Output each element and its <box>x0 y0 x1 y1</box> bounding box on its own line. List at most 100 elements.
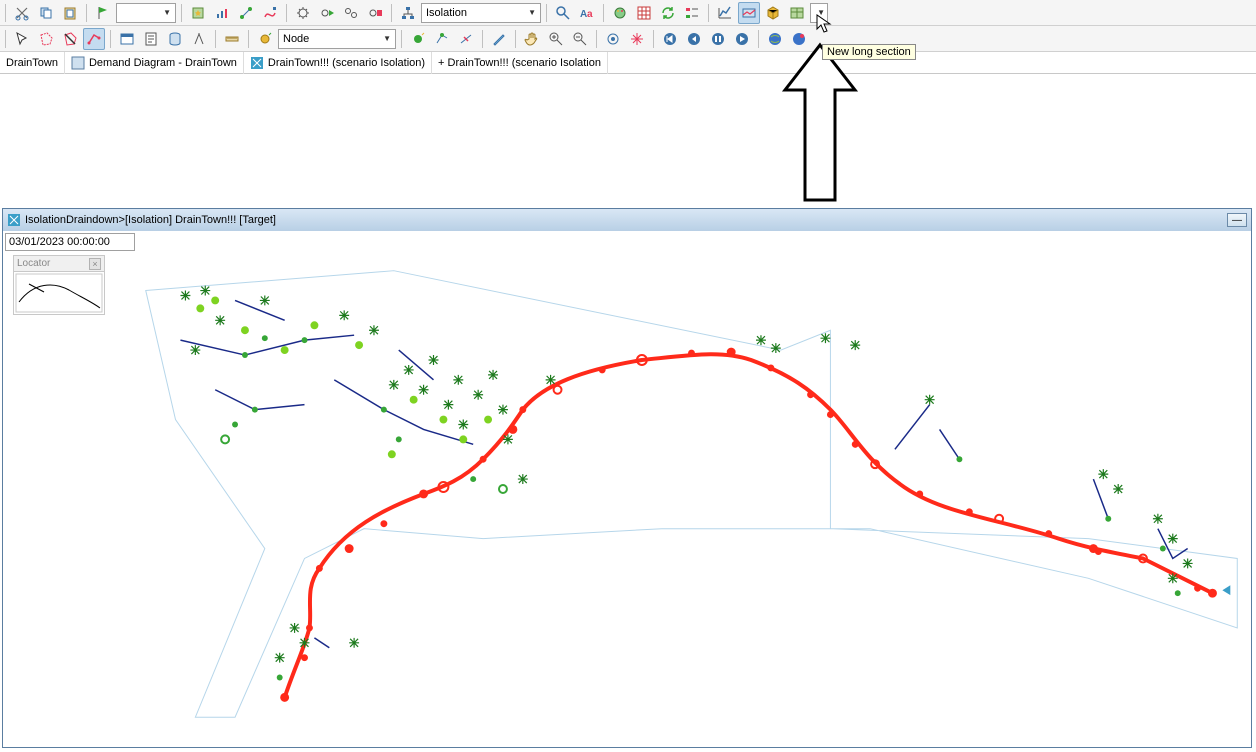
trace-icon <box>262 5 278 21</box>
tab-label: Demand Diagram - DrainTown <box>89 57 237 69</box>
gear-star-icon <box>190 5 206 21</box>
separator <box>5 30 6 48</box>
validate-button[interactable] <box>187 2 209 24</box>
scenario-button[interactable] <box>397 2 419 24</box>
graph-button[interactable] <box>714 2 736 24</box>
polygon-select-button[interactable] <box>35 28 57 50</box>
split-link-button[interactable] <box>455 28 477 50</box>
node-star-icon <box>257 31 273 47</box>
zoom-in-icon <box>548 31 564 47</box>
window-grid-icon <box>119 31 135 47</box>
zoom-in-button[interactable] <box>545 28 567 50</box>
target-icon <box>605 31 621 47</box>
sim-stop-button[interactable] <box>364 2 386 24</box>
sql-button[interactable] <box>164 28 186 50</box>
object-type-combo[interactable]: Node▼ <box>278 29 396 49</box>
label-button[interactable]: Aa <box>576 2 598 24</box>
trace-select-button[interactable] <box>83 28 105 50</box>
highlight-icon <box>410 31 426 47</box>
grid-results-dropdown[interactable]: ▼ <box>810 3 828 23</box>
tab-label: + DrainTown!!! (scenario Isolation <box>438 57 601 69</box>
tab-scenario-plus[interactable]: + DrainTown!!! (scenario Isolation <box>432 52 608 74</box>
tab-scenario-geoplan[interactable]: DrainTown!!! (scenario Isolation) <box>244 52 432 74</box>
scenario-combo-value: Isolation <box>426 7 467 19</box>
geoplan-window: IsolationDraindown>[Isolation] DrainTown… <box>2 208 1252 748</box>
spark-button[interactable] <box>626 28 648 50</box>
minimize-button[interactable]: — <box>1227 213 1247 227</box>
document-tabs: DrainTown Demand Diagram - DrainTown Dra… <box>0 52 1256 74</box>
select-button[interactable] <box>11 28 33 50</box>
network-svg <box>3 231 1251 747</box>
separator <box>215 30 216 48</box>
brush-icon <box>491 31 507 47</box>
network-button[interactable] <box>235 2 257 24</box>
map-canvas[interactable] <box>3 231 1251 747</box>
move-node-button[interactable] <box>431 28 453 50</box>
legend-icon <box>684 5 700 21</box>
separator <box>546 4 547 22</box>
separator <box>5 4 6 22</box>
globe2-button[interactable] <box>788 28 810 50</box>
sim-batch-button[interactable] <box>340 2 362 24</box>
paste-button[interactable] <box>59 2 81 24</box>
grid-window-button[interactable] <box>116 28 138 50</box>
tab-label: DrainTown <box>6 57 58 69</box>
globe-button[interactable] <box>764 28 786 50</box>
polygon-select-icon <box>38 31 54 47</box>
sim-run-button[interactable] <box>316 2 338 24</box>
flag-button[interactable] <box>92 2 114 24</box>
separator <box>110 30 111 48</box>
refresh-icon <box>660 5 676 21</box>
zoom-out-button[interactable] <box>569 28 591 50</box>
ruler-icon <box>224 31 240 47</box>
sim-settings-button[interactable] <box>292 2 314 24</box>
tab-demand-diagram[interactable]: Demand Diagram - DrainTown <box>65 52 244 74</box>
toolbar-row-2: Node▼ <box>0 26 1256 52</box>
ruler-button[interactable] <box>221 28 243 50</box>
tab-label: DrainTown!!! (scenario Isolation) <box>268 57 425 69</box>
new-node-button[interactable] <box>254 28 276 50</box>
tab-draintown[interactable]: DrainTown <box>0 52 65 74</box>
target-button[interactable] <box>602 28 624 50</box>
svg-text:a: a <box>587 9 593 20</box>
report-button[interactable] <box>140 28 162 50</box>
replay-start-button[interactable] <box>659 28 681 50</box>
gears-icon <box>343 5 359 21</box>
deselect-button[interactable] <box>59 28 81 50</box>
network-icon <box>238 5 254 21</box>
legend-button[interactable] <box>681 2 703 24</box>
refresh-button[interactable] <box>657 2 679 24</box>
globe-target-icon <box>791 31 807 47</box>
search-icon <box>555 5 571 21</box>
deselect-icon <box>62 31 78 47</box>
separator <box>603 4 604 22</box>
diagram-icon <box>71 56 85 70</box>
grid-results-button[interactable] <box>786 2 808 24</box>
trace-button[interactable] <box>259 2 281 24</box>
cube-icon <box>765 5 781 21</box>
measure-button[interactable] <box>188 28 210 50</box>
zoom-out-icon <box>572 31 588 47</box>
new-long-section-button[interactable] <box>738 2 760 24</box>
grid-button[interactable] <box>633 2 655 24</box>
copy-button[interactable] <box>35 2 57 24</box>
window-titlebar[interactable]: IsolationDraindown>[Isolation] DrainTown… <box>3 209 1251 231</box>
window-buttons: — <box>1227 213 1247 227</box>
replay-pause-button[interactable] <box>707 28 729 50</box>
long-section-icon <box>741 5 757 21</box>
scenario-combo[interactable]: Isolation▼ <box>421 3 541 23</box>
paint-button[interactable] <box>488 28 510 50</box>
3d-button[interactable] <box>762 2 784 24</box>
cut-button[interactable] <box>11 2 33 24</box>
theme-button[interactable] <box>609 2 631 24</box>
results-button[interactable] <box>211 2 233 24</box>
flag-combo[interactable]: ▼ <box>116 3 176 23</box>
separator <box>401 30 402 48</box>
replay-play-button[interactable] <box>731 28 753 50</box>
separator <box>286 4 287 22</box>
separator <box>596 30 597 48</box>
replay-back-button[interactable] <box>683 28 705 50</box>
highlight-button[interactable] <box>407 28 429 50</box>
find-button[interactable] <box>552 2 574 24</box>
pan-button[interactable] <box>521 28 543 50</box>
